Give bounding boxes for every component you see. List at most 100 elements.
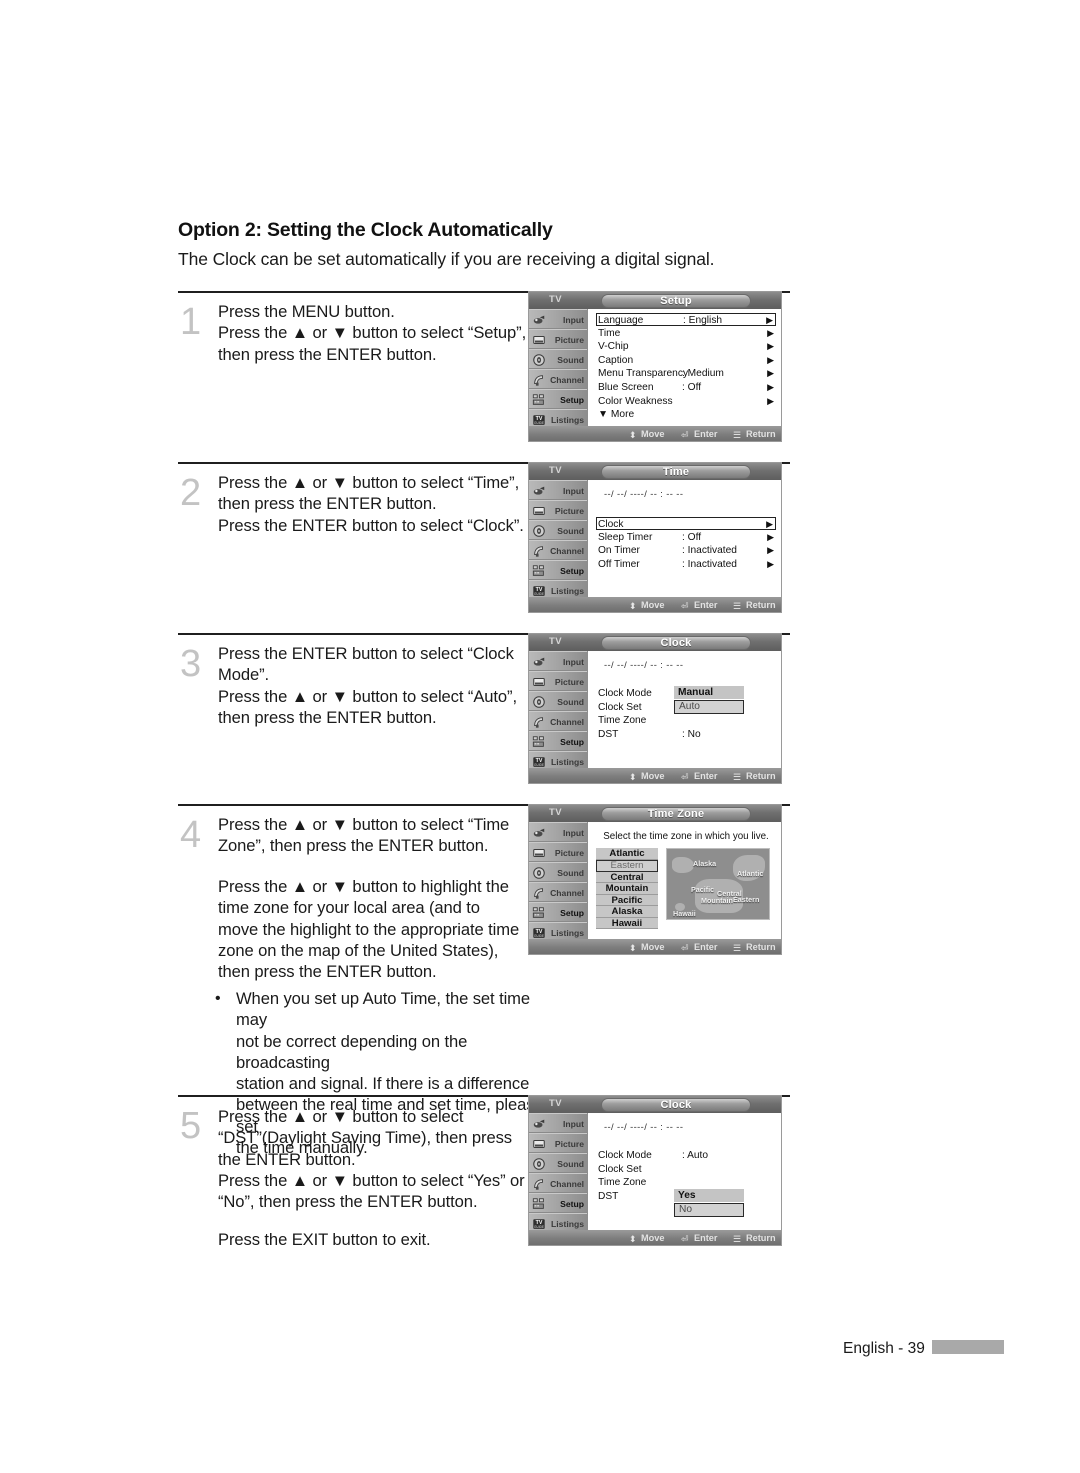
menu-row-clock-mode[interactable]: Clock Mode: Auto <box>596 1149 776 1162</box>
menu-row-time-zone[interactable]: Time Zone <box>596 714 776 727</box>
tv-source-label: TV <box>549 294 562 305</box>
tv-menu-setup[interactable]: TV Setup Input Picture Sound Channel Setup TV GU… <box>528 291 782 442</box>
sidebar-item-label: Setup <box>560 908 584 918</box>
menu-row-label: Clock Set <box>598 1163 642 1175</box>
sidebar-item-picture[interactable]: Picture <box>529 1133 587 1153</box>
option-auto[interactable]: Auto <box>674 700 744 714</box>
sidebar-item-setup[interactable]: Setup <box>529 1193 587 1213</box>
menu-row-off-timer[interactable]: Off Timer: Inactivated ▶ <box>596 558 776 571</box>
tv-footer-bar: ⬍ Move ⏎ Enter ☰ Return <box>529 426 781 441</box>
sidebar-item-label: Setup <box>560 395 584 405</box>
sidebar-item-channel[interactable]: Channel <box>529 1173 587 1193</box>
map-landmass <box>672 857 694 873</box>
time-zone-option-mountain[interactable]: Mountain <box>596 883 658 895</box>
tv-content-pane: Select the time zone in which you live. A… <box>587 822 781 939</box>
sidebar-item-input[interactable]: Input <box>529 651 587 671</box>
channel-icon <box>532 715 546 729</box>
time-zone-option-hawaii[interactable]: Hawaii <box>596 917 658 929</box>
menu-row-language[interactable]: Language: English ▶ <box>596 313 776 326</box>
step-text-2: Press the ▲ or ▼ button to select “Time”… <box>218 473 524 535</box>
time-zone-option-central[interactable]: Central <box>596 871 658 883</box>
time-zone-option-eastern[interactable]: Eastern <box>596 859 658 872</box>
us-time-zone-map[interactable]: Alaska Atlantic Pacific Central Mountain East… <box>666 848 770 920</box>
move-icon: ⬍ <box>629 601 637 611</box>
sidebar-item-picture[interactable]: Picture <box>529 842 587 862</box>
sidebar-item-sound[interactable]: Sound <box>529 520 587 540</box>
time-zone-option-atlantic[interactable]: Atlantic <box>596 848 658 860</box>
step-text-3: Press the ENTER button to select “Clock … <box>218 644 517 727</box>
move-icon: ⬍ <box>629 430 637 440</box>
option-yes[interactable]: Yes <box>674 1189 744 1202</box>
sidebar-item-label: Picture <box>554 1139 584 1149</box>
tv-menu-clock-dst[interactable]: TV Clock Input Picture Sound Channel Setup TV GU… <box>528 1095 782 1246</box>
sidebar-item-sound[interactable]: Sound <box>529 349 587 369</box>
move-icon: ⬍ <box>629 943 637 953</box>
sidebar-item-picture[interactable]: Picture <box>529 500 587 520</box>
sidebar-item-picture[interactable]: Picture <box>529 329 587 349</box>
footer-return-label: Return <box>746 942 776 952</box>
sidebar-item-setup[interactable]: Setup <box>529 560 587 580</box>
svg-text:GUIDE: GUIDE <box>534 1225 544 1229</box>
clock-display: --/ --/ ----/ -- : -- -- <box>604 488 684 499</box>
sidebar-item-label: Input <box>563 1119 584 1129</box>
menu-row-on-timer[interactable]: On Timer: Inactivated ▶ <box>596 544 776 557</box>
sidebar-item-setup[interactable]: Setup <box>529 902 587 922</box>
menu-row-v-chip[interactable]: V-Chip ▶ <box>596 340 776 353</box>
option-no[interactable]: No <box>674 1203 744 1217</box>
sidebar-item-sound[interactable]: Sound <box>529 862 587 882</box>
sidebar-item-sound[interactable]: Sound <box>529 691 587 711</box>
sidebar-item-channel[interactable]: Channel <box>529 711 587 731</box>
setup-icon <box>532 1197 546 1211</box>
menu-row-value: : Off <box>682 531 702 543</box>
option-manual[interactable]: Manual <box>674 686 744 699</box>
sound-icon <box>532 695 546 709</box>
menu-row-label: Clock Mode <box>598 1150 652 1161</box>
time-zone-option-pacific[interactable]: Pacific <box>596 894 658 906</box>
sidebar-item-input[interactable]: Input <box>529 309 587 329</box>
menu-row-sleep-timer[interactable]: Sleep Timer: Off ▶ <box>596 531 776 544</box>
svg-text:GUIDE: GUIDE <box>534 934 544 938</box>
tv-menu-time-zone[interactable]: TV Time Zone Input Picture Sound Channel Setup… <box>528 804 782 955</box>
menu-row-menu-transparency[interactable]: Menu Transparency: Medium ▶ <box>596 367 776 380</box>
menu-row--more[interactable]: ▼ More <box>596 408 776 421</box>
menu-row-dst[interactable]: DST: No <box>596 728 776 741</box>
sidebar-item-channel[interactable]: Channel <box>529 882 587 902</box>
tv-menu-clock-mode[interactable]: TV Clock Input Picture Sound Channel Setup TV GU… <box>528 633 782 784</box>
svg-text:GUIDE: GUIDE <box>534 763 544 767</box>
menu-row-time-zone[interactable]: Time Zone <box>596 1176 776 1189</box>
menu-row-caption[interactable]: Caption ▶ <box>596 354 776 367</box>
page-title: Option 2: Setting the Clock Automaticall… <box>178 219 553 241</box>
listings-icon: TV GUIDE <box>532 755 546 769</box>
map-label-pacific: Pacific <box>691 885 715 894</box>
menu-row-label: Time <box>598 327 621 339</box>
sidebar-item-sound[interactable]: Sound <box>529 1153 587 1173</box>
tv-content-pane: --/ --/ ----/ -- : -- -- Clock Mode Clock … <box>587 651 781 768</box>
sidebar-item-setup[interactable]: Setup <box>529 731 587 751</box>
menu-row-label: Clock Set <box>598 701 642 713</box>
sidebar-item-input[interactable]: Input <box>529 480 587 500</box>
sidebar-item-channel[interactable]: Channel <box>529 369 587 389</box>
tv-menu-title: Clock <box>660 1098 692 1111</box>
tv-menu-time[interactable]: TV Time Input Picture Sound Channel Setup TV GUI… <box>528 462 782 613</box>
menu-row-time[interactable]: Time ▶ <box>596 327 776 340</box>
sidebar-item-input[interactable]: Input <box>529 1113 587 1133</box>
sidebar-item-label: Input <box>563 486 584 496</box>
sidebar-item-channel[interactable]: Channel <box>529 540 587 560</box>
menu-row-color-weakness[interactable]: Color Weakness ▶ <box>596 395 776 408</box>
footer-enter-label: Enter <box>694 429 718 439</box>
menu-row-clock-set[interactable]: Clock Set <box>596 1163 776 1176</box>
time-zone-option-alaska[interactable]: Alaska <box>596 906 658 918</box>
tv-menu-title: Clock <box>660 636 692 649</box>
tv-source-label: TV <box>549 807 562 818</box>
menu-row-clock[interactable]: Clock ▶ <box>596 517 776 530</box>
listings-icon: TV GUIDE <box>532 926 546 940</box>
sidebar-item-picture[interactable]: Picture <box>529 671 587 691</box>
menu-row-blue-screen[interactable]: Blue Screen: Off ▶ <box>596 381 776 394</box>
move-icon: ⬍ <box>629 772 637 782</box>
footer-move-label: Move <box>641 1233 665 1243</box>
footer-return-label: Return <box>746 600 776 610</box>
sidebar-item-input[interactable]: Input <box>529 822 587 842</box>
sidebar-item-setup[interactable]: Setup <box>529 389 587 409</box>
time-zone-list: Atlantic Eastern Central Mountain Pacific Ala… <box>596 848 658 929</box>
sidebar-item-label: Listings <box>551 1219 584 1229</box>
